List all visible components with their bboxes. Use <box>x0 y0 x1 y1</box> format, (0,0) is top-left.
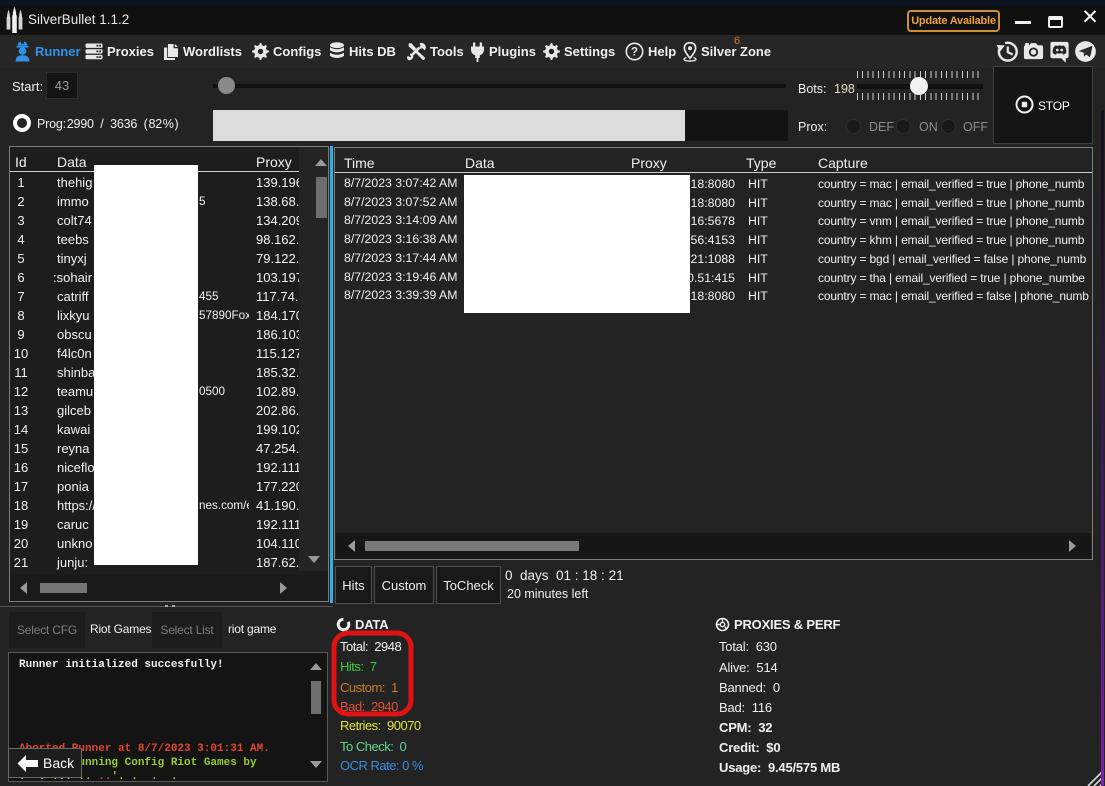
svg-text:?: ? <box>631 47 638 59</box>
